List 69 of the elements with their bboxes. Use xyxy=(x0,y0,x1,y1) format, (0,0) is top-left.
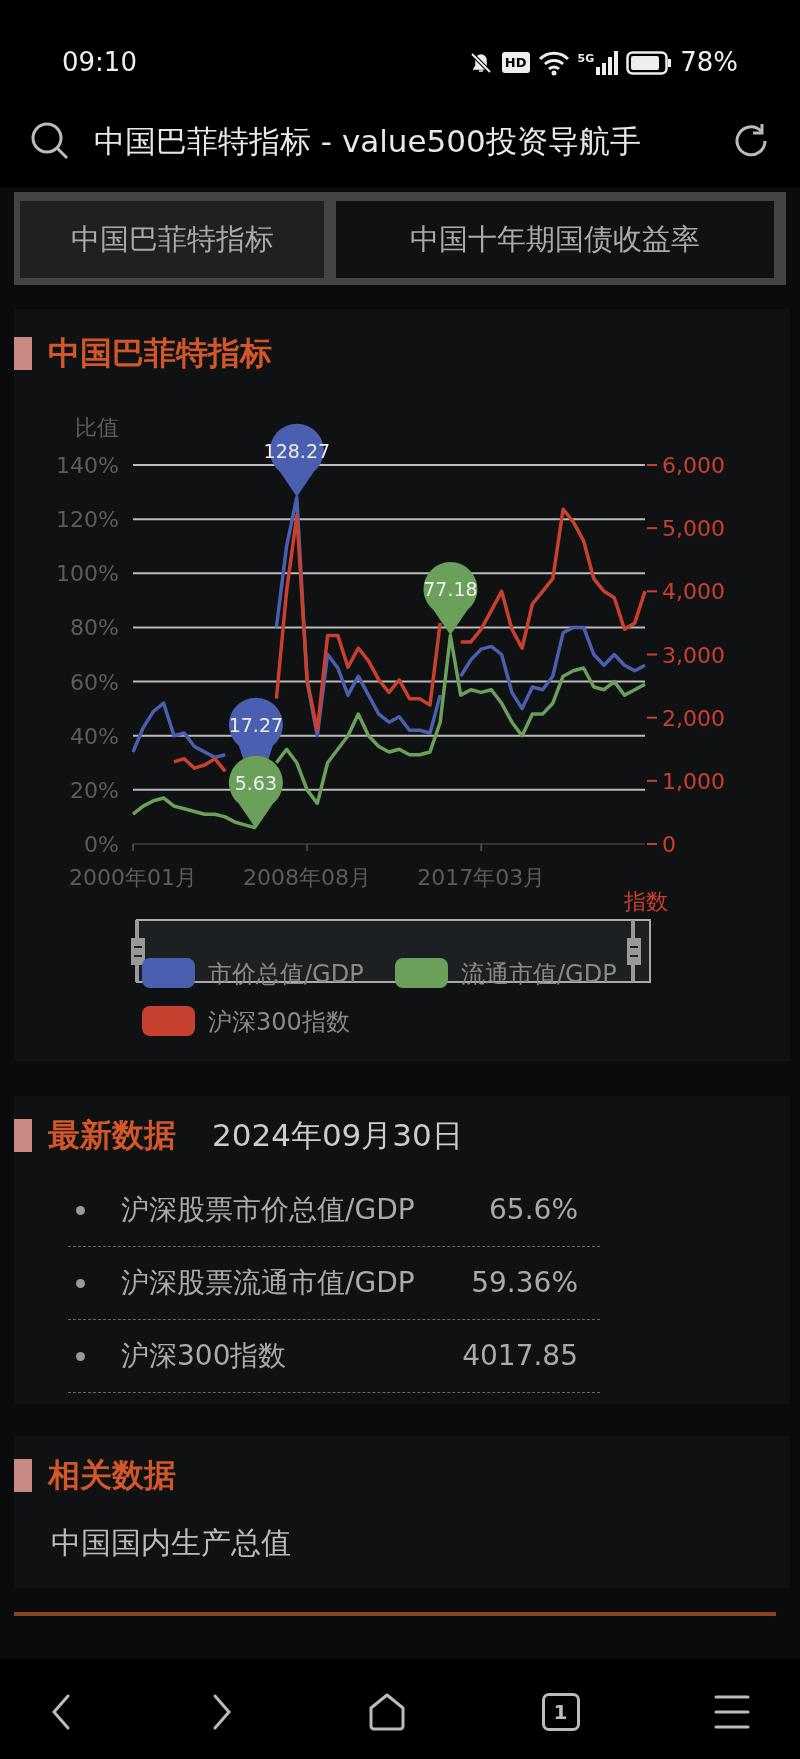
axis-tick-label: 2,000 xyxy=(646,705,725,731)
hd-badge: HD xyxy=(501,51,530,74)
axis-label: 20% xyxy=(70,777,119,803)
tabs-button[interactable]: 1 xyxy=(541,1693,580,1731)
legend-label: 流通市值/GDP xyxy=(461,960,617,988)
y2-tick-label: 4,000 xyxy=(662,579,725,605)
data-date: 2024年09月30日 xyxy=(212,1115,463,1155)
data-value: 59.36% xyxy=(471,1265,578,1301)
home-button[interactable] xyxy=(367,1692,407,1732)
axis-tick-label: 4,000 xyxy=(646,579,725,605)
legend-item[interactable]: 沪深300指数 xyxy=(142,1006,350,1036)
value-pin: 77.18 xyxy=(423,562,478,636)
section-title: 最新数据 xyxy=(48,1115,176,1156)
bullet-icon xyxy=(76,1351,85,1361)
data-label: 沪深股票流通市值/GDP xyxy=(121,1265,415,1301)
axis-tick-label: 3,000 xyxy=(646,642,725,668)
data-value: 4017.85 xyxy=(462,1338,578,1374)
axis-label: 120% xyxy=(56,507,119,533)
y2-tick-label: 5,000 xyxy=(662,516,725,542)
annotation: 5.63 xyxy=(234,771,278,794)
related-link[interactable]: 中国国内生产总值 xyxy=(51,1525,291,1560)
tab[interactable]: 中国巴菲特指标 xyxy=(20,201,324,278)
axis-tick-label: 6,000 xyxy=(646,453,725,478)
legend-label: 市价总值/GDP xyxy=(208,960,364,988)
axis-label: 0% xyxy=(84,832,119,857)
axis-label: 40% xyxy=(70,723,119,749)
y2-tick-label: 2,000 xyxy=(662,705,725,731)
search-icon[interactable] xyxy=(30,121,70,161)
heading-marker xyxy=(14,1118,32,1152)
annotation: 17.27 xyxy=(228,713,284,736)
y2-tick-label: 3,000 xyxy=(662,642,725,668)
axis-tick-label: 0 xyxy=(646,832,676,857)
annotation: 77.18 xyxy=(423,578,478,601)
signal-icon xyxy=(596,50,619,75)
page-title[interactable]: 中国巴菲特指标 - value500投资导航手 xyxy=(94,117,708,165)
y2-tick-label: 6,000 xyxy=(662,453,725,478)
wifi-icon xyxy=(537,49,570,76)
legend-label: 沪深300指数 xyxy=(208,1008,350,1036)
data-value: 65.6% xyxy=(489,1192,578,1228)
legend-item[interactable]: 市价总值/GDP xyxy=(142,958,364,988)
legend-item[interactable]: 流通市值/GDP xyxy=(395,958,617,988)
axis-label: 2000年01月 xyxy=(69,865,197,890)
axis-tick-label: 1,000 xyxy=(646,768,725,794)
battery-icon xyxy=(626,50,673,75)
axis-label: 100% xyxy=(56,561,119,587)
axis-label: 80% xyxy=(70,615,119,641)
menu-button[interactable] xyxy=(714,1693,750,1731)
battery-percent: 78% xyxy=(680,46,738,79)
data-label: 沪深300指数 xyxy=(121,1338,287,1374)
network-label: 5G xyxy=(577,50,595,67)
axis-label: 60% xyxy=(70,669,119,695)
axis-label: 2017年03月 xyxy=(417,865,546,890)
bullet-icon xyxy=(76,1205,85,1215)
heading-marker xyxy=(14,1458,32,1492)
status-time: 09:10 xyxy=(62,46,137,79)
axis-tick-label: 5,000 xyxy=(646,516,725,542)
axis-title: 指数 xyxy=(624,889,668,914)
axis-label: 140% xyxy=(56,453,119,478)
y2-tick-label: 1,000 xyxy=(662,768,725,794)
axis-title: 比值 xyxy=(75,415,119,440)
data-label: 沪深股票市价总值/GDP xyxy=(121,1192,415,1228)
section-title: 相关数据 xyxy=(48,1455,176,1496)
section-title: 中国巴菲特指标 xyxy=(48,333,272,374)
heading-marker xyxy=(14,336,32,370)
y2-tick-label: 0 xyxy=(662,832,676,857)
tab[interactable]: 中国十年期国债收益率 xyxy=(336,201,774,278)
axis-label: 2008年08月 xyxy=(243,865,372,890)
bullet-icon xyxy=(76,1278,85,1288)
value-pin: 5.63 xyxy=(228,755,283,829)
